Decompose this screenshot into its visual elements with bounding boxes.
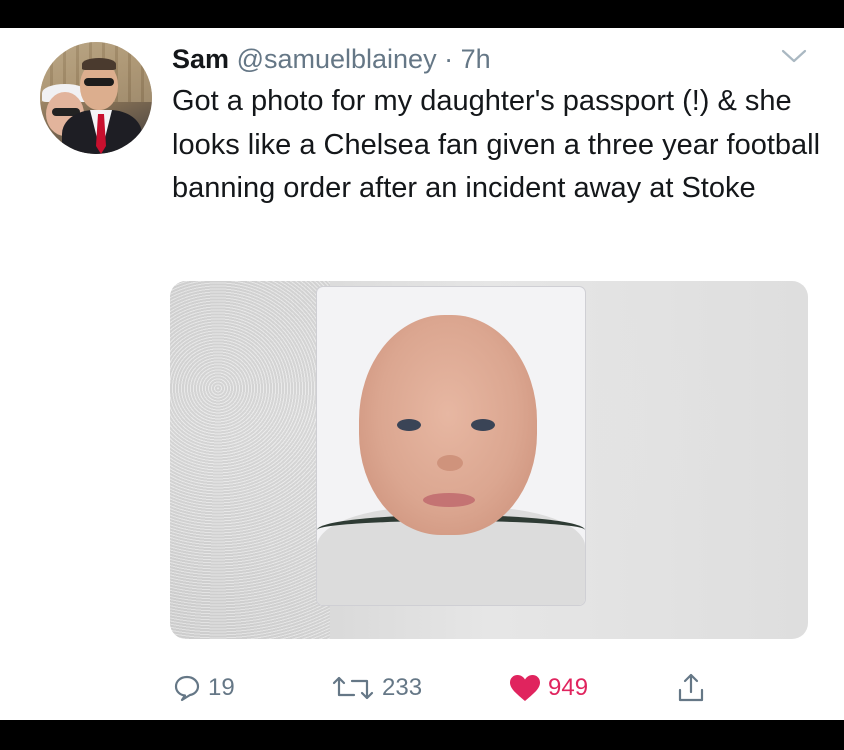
reply-count: 19 xyxy=(208,674,235,701)
passport-photo xyxy=(317,287,585,605)
avatar[interactable] xyxy=(40,42,152,154)
heart-icon xyxy=(510,675,540,701)
avatar-man-sunglasses xyxy=(84,78,114,86)
baby-left-eye xyxy=(397,419,421,431)
chevron-down-icon[interactable] xyxy=(780,48,808,64)
reply-button[interactable]: 19 xyxy=(172,668,235,708)
bottom-black-bar xyxy=(0,720,844,750)
speech-bubble-icon xyxy=(174,675,200,702)
baby-nose xyxy=(437,455,463,471)
tweet-card: Sam @samuelblainey · 7h Got a photo for … xyxy=(0,28,844,720)
display-name[interactable]: Sam xyxy=(172,44,229,74)
retweet-count: 233 xyxy=(382,674,423,701)
photo-surface-texture xyxy=(170,281,330,639)
baby-right-eye xyxy=(471,419,495,431)
like-count: 949 xyxy=(548,674,589,701)
retweet-button[interactable]: 233 xyxy=(330,668,422,708)
top-black-bar xyxy=(0,0,844,28)
baby-mouth xyxy=(423,493,475,507)
tweet-text: Got a photo for my daughter's passport (… xyxy=(172,85,821,204)
share-button[interactable] xyxy=(676,668,706,708)
tweet-photo[interactable] xyxy=(170,281,808,639)
like-button[interactable]: 949 xyxy=(508,668,588,708)
user-handle[interactable]: @samuelblainey xyxy=(237,44,437,74)
retweet-arrows-icon xyxy=(332,676,374,700)
share-upload-icon xyxy=(678,673,704,702)
tweet-header: Sam @samuelblainey · 7h xyxy=(172,42,491,76)
header-separator: · xyxy=(444,44,454,74)
tweet-actions: 19 233 949 xyxy=(0,668,844,708)
baby-face xyxy=(359,315,537,535)
timestamp[interactable]: 7h xyxy=(461,44,491,74)
avatar-man-hair xyxy=(82,58,116,70)
